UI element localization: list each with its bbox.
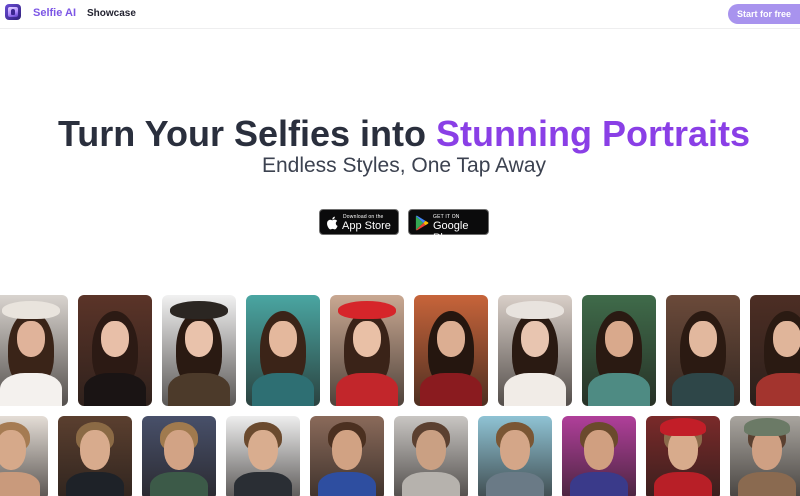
google-play-icon	[415, 215, 429, 231]
portrait-woman-pirate	[162, 295, 236, 406]
portrait-man-suit-studio	[226, 416, 300, 496]
portrait-woman-renaissance	[750, 295, 800, 406]
portrait-man-gamer	[142, 416, 216, 496]
apple-icon	[327, 216, 338, 230]
portrait-man-santa-hood	[646, 416, 720, 496]
brand-name[interactable]: Selfie AI	[33, 7, 76, 19]
portrait-woman-teal-glow	[246, 295, 320, 406]
portrait-man-superhero	[310, 416, 384, 496]
portrait-woman-bride	[498, 295, 572, 406]
hero-title-main: Turn Your Selfies into	[57, 113, 437, 154]
portrait-man-beach	[478, 416, 552, 496]
portrait-woman-lingerie-chandelier	[78, 295, 152, 406]
hero-subtitle: Endless Styles, One Tap Away	[261, 154, 547, 177]
portrait-man-suit-office	[58, 416, 132, 496]
portrait-woman-superhero-sunset	[414, 295, 488, 406]
start-for-free-button[interactable]: Start for free	[728, 4, 800, 24]
portrait-woman-jungle-pool	[582, 295, 656, 406]
portrait-man-neon	[562, 416, 636, 496]
nav-link-showcase[interactable]: Showcase	[87, 8, 136, 19]
hero-title-accent: Stunning Portraits	[436, 113, 751, 154]
portrait-man-tattoo	[0, 416, 48, 496]
portrait-woman-white-hat	[0, 295, 68, 406]
portrait-woman-santa-hat	[330, 295, 404, 406]
portrait-woman-cafe	[666, 295, 740, 406]
portrait-man-sunglasses	[394, 416, 468, 496]
app-store-big-text: App Store	[342, 220, 391, 232]
selfie-ai-logo-icon[interactable]	[5, 4, 21, 20]
hero-title: Turn Your Selfies into Stunning Portrait…	[0, 113, 800, 155]
top-nav: Selfie AI Showcase Start for free	[0, 0, 800, 29]
google-play-big-text: Google Play	[433, 220, 469, 244]
app-store-button[interactable]: Download on the App Store	[319, 209, 399, 235]
gallery-row-men	[0, 416, 800, 496]
google-play-button[interactable]: GET IT ON Google Play	[408, 209, 489, 244]
portrait-man-feather-headdress	[730, 416, 800, 496]
gallery-row-women	[0, 295, 800, 406]
